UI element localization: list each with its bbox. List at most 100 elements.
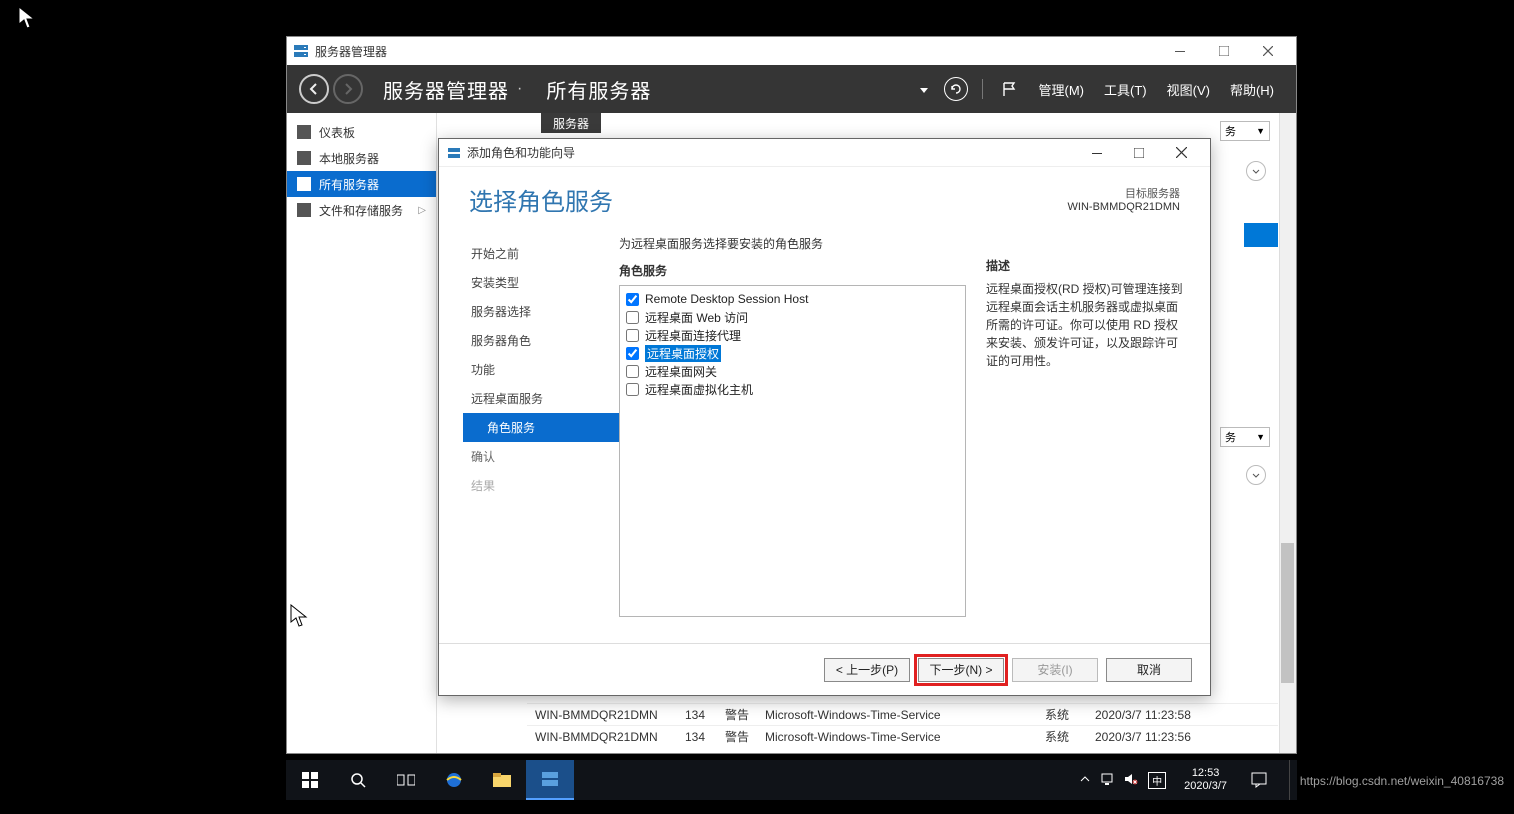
show-desktop-button[interactable] [1289,760,1297,800]
roles-listbox[interactable]: Remote Desktop Session Host 远程桌面 Web 访问 … [619,285,966,617]
cell-timestamp: 2020/3/7 11:23:56 [1087,730,1227,744]
cell-log: 系统 [1037,728,1087,745]
close-button[interactable] [1246,37,1290,65]
header-dropdown-caret[interactable] [916,80,928,98]
nav-label: 仪表板 [319,124,355,141]
wizard-titlebar[interactable]: 添加角色和功能向导 [439,139,1210,167]
breadcrumb-page[interactable]: 所有服务器 [546,75,651,104]
nav-forward-button[interactable] [333,74,363,104]
breadcrumb-separator: · [517,80,522,98]
role-checkbox[interactable] [626,365,639,378]
taskbar: 中 12:53 2020/3/7 [286,760,1297,800]
role-checkbox[interactable] [626,293,639,306]
wizard-title-text: 添加角色和功能向导 [467,144,575,161]
chevron-down-icon: ▼ [1256,126,1265,136]
tasks-dropdown-2[interactable]: 务▼ [1220,427,1270,447]
menu-tools[interactable]: 工具(T) [1104,80,1147,99]
role-label: 远程桌面授权 [645,345,721,362]
server-manager-titlebar[interactable]: 服务器管理器 [287,37,1296,65]
nav-item-file-storage[interactable]: 文件和存储服务▷ [287,197,436,223]
server-manager-icon [293,43,309,59]
menu-manage[interactable]: 管理(M) [1039,80,1085,99]
system-tray[interactable]: 中 [1070,772,1176,789]
notifications-flag-icon[interactable] [995,75,1023,103]
role-item-connection-broker[interactable]: 远程桌面连接代理 [626,326,959,344]
action-center-icon[interactable] [1235,760,1283,800]
scrollbar-thumb[interactable] [1281,543,1294,683]
volume-icon[interactable] [1124,773,1138,788]
ime-indicator[interactable]: 中 [1148,772,1166,789]
left-nav: 仪表板 本地服务器 所有服务器 文件和存储服务▷ [287,113,437,753]
section-header-servers: 服务器 [541,113,601,133]
step-before-begin[interactable]: 开始之前 [463,239,619,268]
table-row[interactable]: WIN-BMMDQR21DMN 134 警告 Microsoft-Windows… [527,703,1278,725]
role-item-licensing[interactable]: 远程桌面授权 [626,344,959,362]
ie-icon[interactable] [430,760,478,800]
wizard-close-button[interactable] [1160,140,1202,166]
add-roles-wizard-dialog: 添加角色和功能向导 选择角色服务 目标服务器 WIN-BMMDQR21DMN 开… [438,138,1211,696]
role-checkbox[interactable] [626,383,639,396]
refresh-icon[interactable] [942,75,970,103]
role-item-web-access[interactable]: 远程桌面 Web 访问 [626,308,959,326]
header-bar: 服务器管理器 · 所有服务器 管理(M) 工具(T) 视图(V) 帮助(H) [287,65,1296,113]
role-checkbox[interactable] [626,311,639,324]
nav-item-all-servers[interactable]: 所有服务器 [287,171,436,197]
server-manager-taskbar-icon[interactable] [526,760,574,800]
role-checkbox[interactable] [626,347,639,360]
wizard-footer: < 上一步(P) 下一步(N) > 安装(I) 取消 [439,643,1210,695]
maximize-button[interactable] [1202,37,1246,65]
collapse-toggle-1[interactable] [1246,161,1266,181]
step-server-roles[interactable]: 服务器角色 [463,326,619,355]
servers-icon [297,177,311,191]
search-icon[interactable] [334,760,382,800]
cell-severity: 警告 [717,706,757,723]
next-button[interactable]: 下一步(N) > [918,658,1004,682]
server-icon [297,151,311,165]
step-features[interactable]: 功能 [463,355,619,384]
cell-severity: 警告 [717,728,757,745]
tasks-dropdown-1[interactable]: 务▼ [1220,121,1270,141]
network-icon[interactable] [1100,773,1114,788]
step-install-type[interactable]: 安装类型 [463,268,619,297]
vertical-scrollbar[interactable] [1279,113,1296,753]
step-role-services[interactable]: 角色服务 [463,413,619,442]
step-remote-desktop[interactable]: 远程桌面服务 [463,384,619,413]
task-view-icon[interactable] [382,760,430,800]
role-label: 远程桌面网关 [645,363,717,380]
description-label: 描述 [986,257,1186,274]
role-item-virtualization-host[interactable]: 远程桌面虚拟化主机 [626,380,959,398]
step-server-selection[interactable]: 服务器选择 [463,297,619,326]
step-results: 结果 [463,471,619,500]
role-checkbox[interactable] [626,329,639,342]
nav-item-dashboard[interactable]: 仪表板 [287,119,436,145]
wizard-maximize-button[interactable] [1118,140,1160,166]
nav-item-local-server[interactable]: 本地服务器 [287,145,436,171]
cell-id: 134 [677,730,717,744]
server-manager-title-text: 服务器管理器 [315,43,387,60]
menu-help[interactable]: 帮助(H) [1230,80,1274,99]
wizard-icon [447,146,461,160]
role-item-gateway[interactable]: 远程桌面网关 [626,362,959,380]
cell-source: Microsoft-Windows-Time-Service [757,730,1037,744]
cancel-button[interactable]: 取消 [1106,658,1192,682]
step-confirm[interactable]: 确认 [463,442,619,471]
events-table: WIN-BMMDQR21DMN 134 警告 Microsoft-Windows… [527,703,1278,747]
chevron-down-icon: ▼ [1256,432,1265,442]
taskbar-clock[interactable]: 12:53 2020/3/7 [1176,767,1235,793]
minimize-button[interactable] [1158,37,1202,65]
menu-view[interactable]: 视图(V) [1167,80,1210,99]
table-row[interactable]: WIN-BMMDQR21DMN 134 警告 Microsoft-Windows… [527,725,1278,747]
wizard-minimize-button[interactable] [1076,140,1118,166]
role-label: Remote Desktop Session Host [645,292,808,306]
wizard-heading: 选择角色服务 [469,182,613,217]
explorer-icon[interactable] [478,760,526,800]
section-header-text: 服务器 [553,115,589,132]
start-button[interactable] [286,760,334,800]
nav-back-button[interactable] [299,74,329,104]
install-button: 安装(I) [1012,658,1098,682]
previous-button[interactable]: < 上一步(P) [824,658,910,682]
role-item-rdsh[interactable]: Remote Desktop Session Host [626,290,959,308]
storage-icon [297,203,311,217]
collapse-toggle-2[interactable] [1246,465,1266,485]
tray-chevron-up-icon[interactable] [1080,774,1090,787]
